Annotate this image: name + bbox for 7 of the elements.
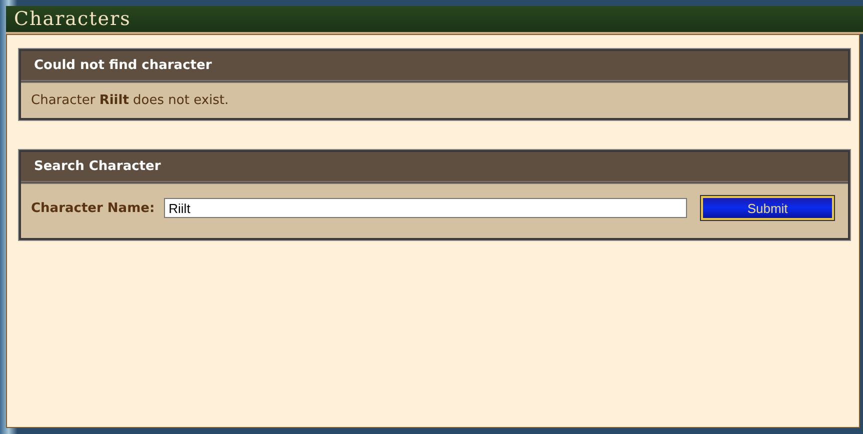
submit-button[interactable]: Submit — [701, 196, 834, 220]
error-message: Character Riilt does not exist. — [30, 92, 230, 110]
name-field[interactable]: Riilt — [164, 198, 688, 218]
field-label: Character Name: — [31, 200, 155, 216]
window-title: Characters — [14, 8, 131, 30]
panel-title: Could not find character — [21, 51, 848, 83]
panel-title: Search Character — [21, 152, 848, 184]
